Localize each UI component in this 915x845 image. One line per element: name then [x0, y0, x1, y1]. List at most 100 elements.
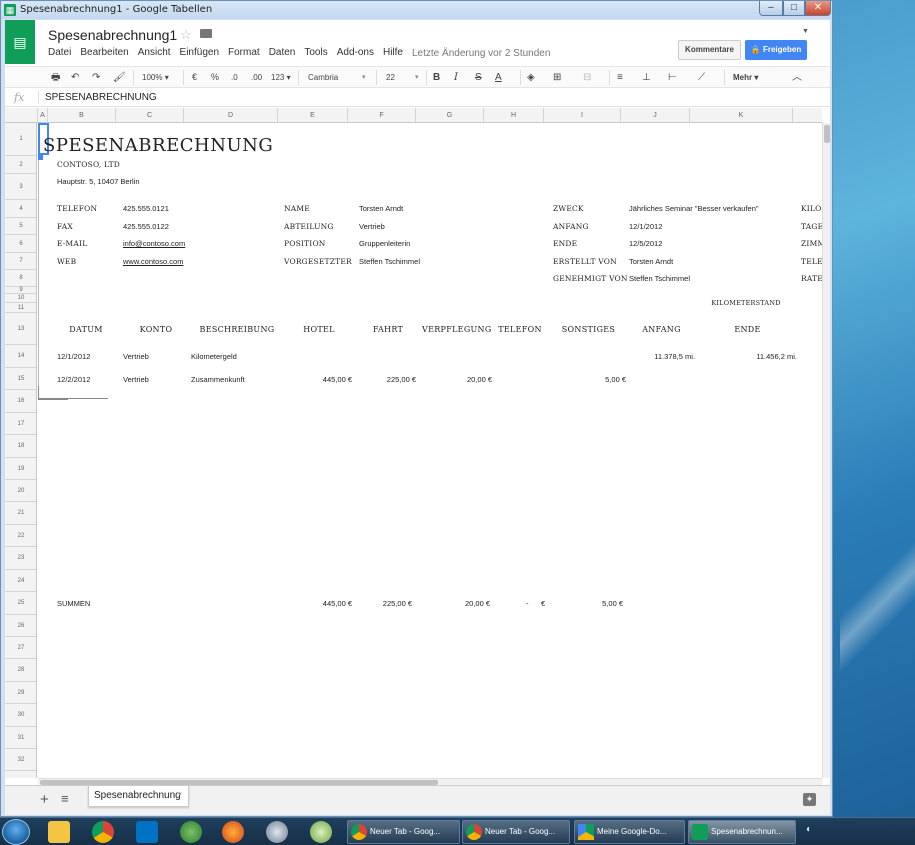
- collapse-toolbar-icon[interactable]: ︿: [792, 71, 802, 84]
- text-wrap-icon[interactable]: ⊢: [668, 71, 677, 84]
- row-header[interactable]: 8: [5, 270, 36, 287]
- fill-color-icon[interactable]: ◈: [527, 71, 535, 84]
- font-select[interactable]: Cambria: [308, 71, 338, 84]
- decrease-decimal-button[interactable]: .0: [231, 71, 238, 84]
- print-icon[interactable]: 🖶: [51, 71, 60, 84]
- paint-format-icon[interactable]: 🖌: [113, 71, 126, 84]
- column-header[interactable]: B: [48, 108, 116, 123]
- vertical-scrollbar[interactable]: [822, 123, 830, 778]
- align-vertical-icon[interactable]: ⊥: [642, 71, 651, 84]
- font-size-select[interactable]: 22: [386, 71, 395, 84]
- star-icon[interactable]: ☆: [180, 27, 192, 43]
- taskbar-item-sheets[interactable]: Spesenabrechnun...: [688, 820, 796, 844]
- add-sheet-icon[interactable]: +: [40, 791, 49, 808]
- text-rotate-icon[interactable]: ⟋: [698, 71, 705, 84]
- menu-item[interactable]: Ansicht: [138, 47, 171, 61]
- menu-item[interactable]: Einfügen: [180, 47, 219, 61]
- row-header[interactable]: 26: [5, 615, 36, 637]
- row-header[interactable]: 16: [5, 390, 36, 413]
- menu-item[interactable]: Bearbeiten: [80, 47, 128, 61]
- row-header[interactable]: 15: [5, 368, 36, 390]
- row-header[interactable]: 21: [5, 502, 36, 525]
- row-header[interactable]: 27: [5, 637, 36, 659]
- strikethrough-button[interactable]: S: [475, 71, 482, 84]
- chrome-icon[interactable]: [92, 821, 114, 843]
- chevron-down-icon[interactable]: ▾: [415, 71, 419, 84]
- borders-icon[interactable]: ⊞: [553, 71, 561, 84]
- taskbar-item-drive[interactable]: Meine Google-Do...: [574, 820, 685, 844]
- scroll-thumb[interactable]: [824, 125, 830, 143]
- last-edit-link[interactable]: Letzte Änderung vor 2 Stunden: [412, 48, 550, 59]
- column-header[interactable]: I: [544, 108, 621, 123]
- row-header[interactable]: 20: [5, 480, 36, 502]
- increase-decimal-button[interactable]: .00: [251, 71, 262, 84]
- document-title[interactable]: Spesenabrechnung1: [48, 27, 177, 43]
- sheets-logo-icon[interactable]: ▤: [5, 20, 35, 64]
- row-header[interactable]: 31: [5, 727, 36, 749]
- more-button[interactable]: Mehr ▾: [733, 71, 758, 84]
- row-header[interactable]: 22: [5, 525, 36, 547]
- contact-value[interactable]: www.contoso.com: [123, 257, 183, 266]
- row-header[interactable]: 6: [5, 235, 36, 253]
- merge-cells-icon[interactable]: ⊟: [583, 71, 591, 84]
- sheet-tab[interactable]: Spesenabrechnung ▼: [88, 786, 189, 807]
- chevron-down-icon[interactable]: ▼: [802, 28, 809, 35]
- column-header[interactable]: D: [184, 108, 278, 123]
- outlook-icon[interactable]: [136, 821, 158, 843]
- row-header[interactable]: 13: [5, 313, 36, 345]
- menu-item[interactable]: Add-ons: [337, 47, 374, 61]
- select-all-corner[interactable]: [5, 108, 38, 123]
- align-horizontal-icon[interactable]: ≡: [617, 71, 623, 84]
- chevron-down-icon[interactable]: ▾: [362, 71, 366, 84]
- row-header[interactable]: 17: [5, 413, 36, 435]
- row-header[interactable]: 25: [5, 592, 36, 615]
- close-button[interactable]: ✕: [805, 1, 831, 16]
- column-header[interactable]: K: [690, 108, 793, 123]
- row-header[interactable]: 14: [5, 345, 36, 368]
- formula-input[interactable]: SPESENABRECHNUNG: [45, 92, 157, 103]
- menu-item[interactable]: Daten: [269, 47, 296, 61]
- currency-button[interactable]: €: [192, 71, 197, 84]
- explore-icon[interactable]: ✦: [803, 793, 816, 806]
- menu-item[interactable]: Tools: [304, 47, 327, 61]
- thunderbird-icon[interactable]: [266, 821, 288, 843]
- contact-value[interactable]: info@contoso.com: [123, 239, 185, 248]
- firefox-icon[interactable]: [222, 821, 244, 843]
- horizontal-scrollbar[interactable]: [38, 778, 822, 785]
- app-icon[interactable]: [310, 821, 332, 843]
- row-header[interactable]: 2: [5, 156, 36, 174]
- row-header[interactable]: 29: [5, 682, 36, 704]
- redo-icon[interactable]: ↷: [92, 71, 100, 84]
- taskbar-item-chrome-1[interactable]: Neuer Tab - Goog...: [347, 820, 460, 844]
- zoom-select[interactable]: 100% ▾: [142, 71, 169, 84]
- row-header[interactable]: 23: [5, 547, 36, 570]
- folder-icon[interactable]: [200, 29, 212, 38]
- row-header[interactable]: 9: [5, 287, 36, 294]
- column-header[interactable]: A: [38, 108, 48, 123]
- explorer-icon[interactable]: [48, 821, 70, 843]
- row-header[interactable]: 28: [5, 659, 36, 682]
- column-header[interactable]: H: [484, 108, 544, 123]
- cell-grid[interactable]: SPESENABRECHNUNG CONTOSO, LTD Hauptstr. 5,…: [38, 123, 822, 778]
- menu-item[interactable]: Format: [228, 47, 260, 61]
- row-header[interactable]: 10: [5, 294, 36, 303]
- column-header[interactable]: F: [348, 108, 416, 123]
- row-header[interactable]: 19: [5, 458, 36, 480]
- row-header[interactable]: 5: [5, 218, 36, 235]
- bold-button[interactable]: B: [433, 71, 440, 84]
- more-formats-button[interactable]: 123 ▾: [271, 71, 291, 84]
- row-header[interactable]: 1: [5, 123, 36, 156]
- tray-icon[interactable]: ◐: [806, 824, 822, 838]
- window-titlebar[interactable]: ▦ Spesenabrechnung1 - Google Tabellen – …: [1, 1, 832, 19]
- taskbar-item-chrome-2[interactable]: Neuer Tab - Goog...: [462, 820, 570, 844]
- comments-button[interactable]: Kommentare: [678, 40, 741, 60]
- chevron-down-icon[interactable]: ▼: [177, 792, 183, 798]
- column-header[interactable]: G: [416, 108, 484, 123]
- row-header[interactable]: 11: [5, 303, 36, 313]
- row-header[interactable]: 18: [5, 435, 36, 458]
- row-header[interactable]: 7: [5, 253, 36, 270]
- column-header[interactable]: E: [278, 108, 348, 123]
- percent-button[interactable]: %: [211, 71, 219, 84]
- text-color-button[interactable]: A: [495, 71, 502, 84]
- column-header[interactable]: J: [621, 108, 690, 123]
